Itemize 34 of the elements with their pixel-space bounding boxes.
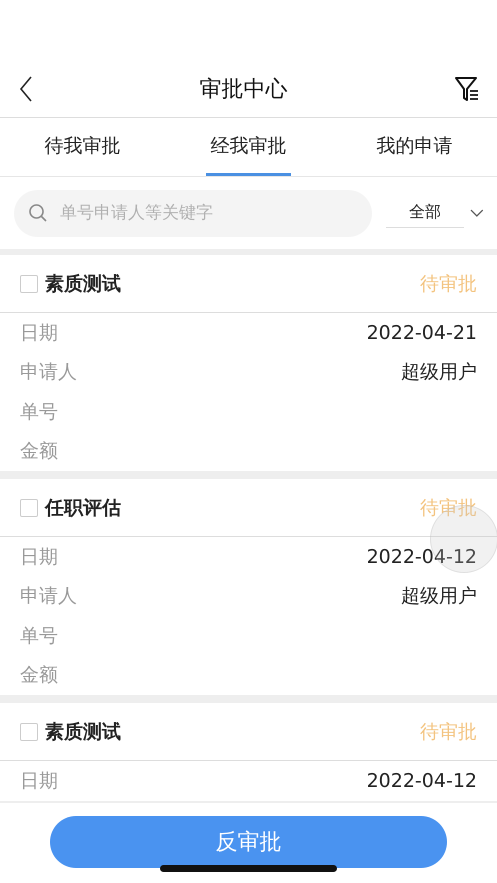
status-label: 待审批 (420, 720, 477, 744)
field-label: 日期 (20, 768, 58, 794)
tab[interactable]: 经我审批 (206, 118, 291, 176)
back-icon[interactable] (19, 76, 33, 102)
field-value: 2022-04-12 (366, 546, 477, 568)
card-title: 任职评估 (45, 496, 122, 520)
field-label: 申请人 (20, 584, 77, 610)
page-title: 审批中心 (200, 76, 288, 104)
approval-card[interactable]: 任职评估 待审批 日期 2022-04-12 申请人 超级用户 单号 金额 (0, 479, 497, 703)
checkbox[interactable] (20, 274, 38, 292)
chevron-down-icon (470, 209, 484, 217)
field-label: 单号 (20, 400, 58, 425)
field-value: 2022-04-12 (366, 770, 477, 792)
filter-icon[interactable] (454, 76, 480, 102)
approval-card[interactable]: 素质测试 待审批 日期 2022-04-21 申请人 超级用户 单号 金额 (0, 255, 497, 479)
search-field[interactable]: 单号申请人等关键字 (14, 190, 372, 236)
field-label: 日期 (20, 320, 58, 346)
tab[interactable]: 待我审批 (40, 118, 125, 176)
card-title: 素质测试 (45, 720, 122, 744)
card-title: 素质测试 (45, 272, 122, 296)
field-label: 申请人 (20, 360, 77, 386)
field-label: 单号 (20, 624, 58, 649)
status-label: 待审批 (420, 496, 477, 520)
status-dropdown[interactable]: 全部 (386, 198, 484, 228)
field-value: 超级用户 (401, 360, 477, 386)
field-value: 超级用户 (401, 584, 477, 610)
checkbox[interactable] (20, 722, 38, 740)
status-label: 待审批 (420, 272, 477, 296)
field-label: 日期 (20, 544, 58, 570)
tab[interactable]: 我的申请 (372, 118, 457, 176)
checkbox[interactable] (20, 498, 38, 516)
field-value: 2022-04-21 (366, 322, 477, 344)
field-label: 金额 (20, 663, 58, 688)
field-label: 金额 (20, 439, 58, 464)
